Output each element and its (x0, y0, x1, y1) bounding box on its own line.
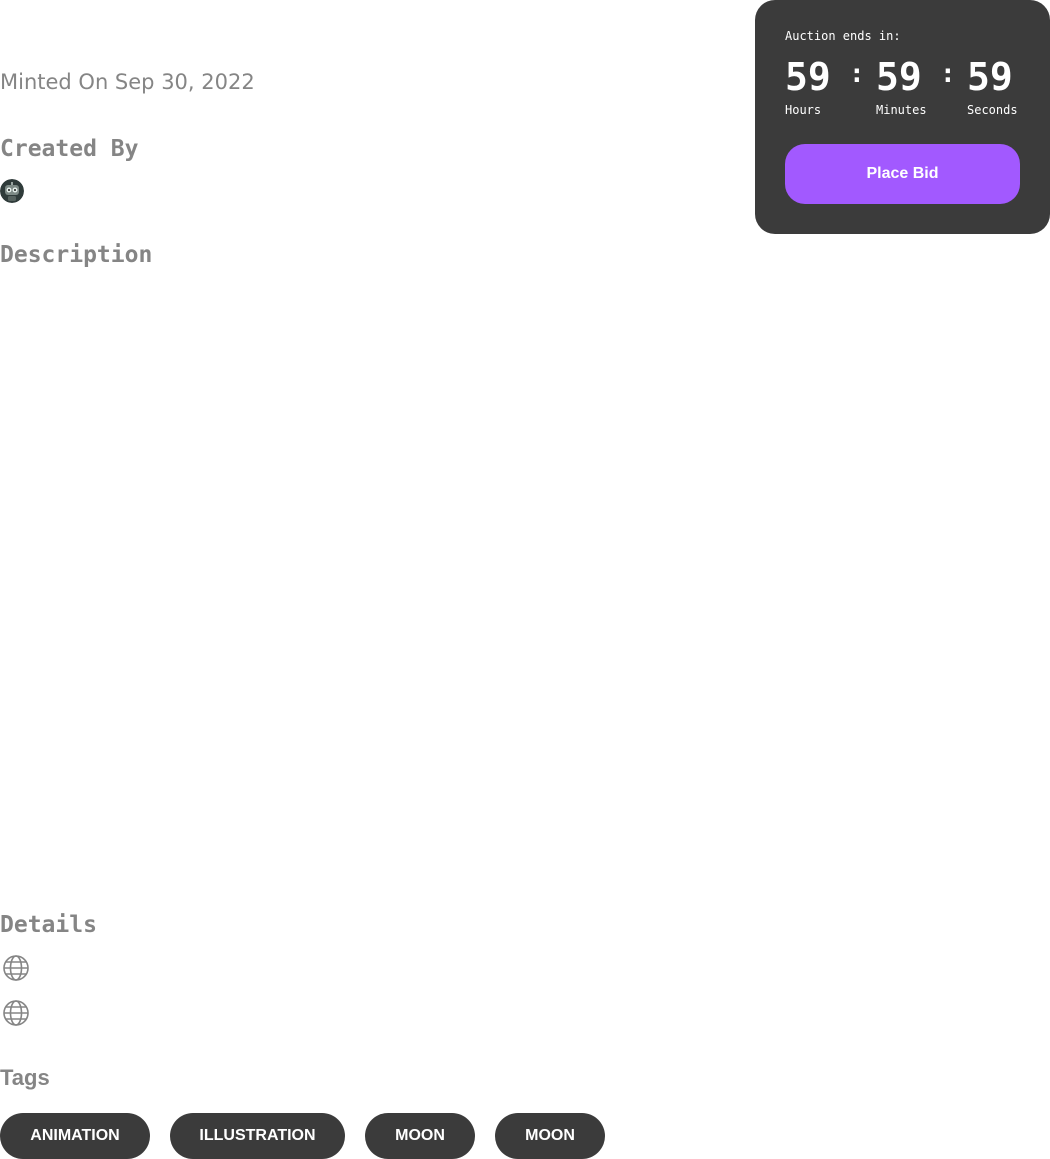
hours-value: 59 (785, 55, 831, 99)
tag-moon[interactable]: MOON (495, 1113, 605, 1159)
tag-illustration[interactable]: ILLUSTRATION (170, 1113, 345, 1159)
description-heading: Description (0, 242, 153, 268)
time-separator: : (849, 59, 865, 89)
seconds-value: 59 (967, 55, 1013, 99)
details-link-etherscan[interactable] (2, 954, 30, 982)
creator-avatar[interactable] (0, 179, 24, 203)
tag-moon[interactable]: MOON (365, 1113, 475, 1159)
minutes-value: 59 (876, 55, 922, 99)
place-bid-button[interactable]: Place Bid (785, 144, 1020, 204)
details-heading: Details (0, 912, 97, 938)
globe-icon (3, 955, 29, 981)
details-link-original[interactable] (2, 999, 30, 1027)
seconds-label: Seconds (967, 103, 1018, 117)
auction-ends-label: Auction ends in: (785, 29, 901, 43)
auction-timer-card: Auction ends in: 59 : 59 : 59 Hours Minu… (755, 0, 1050, 234)
globe-icon (3, 1000, 29, 1026)
robot-avatar-icon (0, 179, 24, 203)
minted-date: Minted On Sep 30, 2022 (0, 70, 255, 94)
minutes-label: Minutes (876, 103, 927, 117)
created-by-heading: Created By (0, 136, 139, 162)
tag-list: ANIMATION ILLUSTRATION MOON MOON (0, 1113, 605, 1159)
tag-animation[interactable]: ANIMATION (0, 1113, 150, 1159)
hours-label: Hours (785, 103, 822, 117)
time-separator: : (940, 59, 956, 89)
tags-heading: Tags (0, 1065, 50, 1090)
